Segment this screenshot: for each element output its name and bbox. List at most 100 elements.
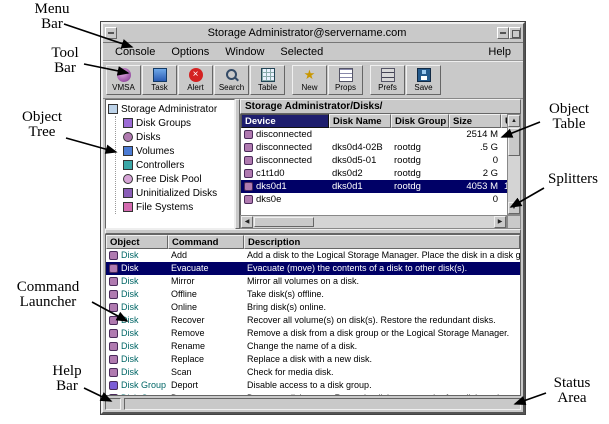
command-row-deport[interactable]: Disk Group Deport Disable access to a di…	[106, 379, 520, 392]
object-table-row[interactable]: disconnected dks0d5-01 rootdg 0	[241, 154, 507, 167]
object-table-row-selected[interactable]: dks0d1 dks0d1 rootdg 4053 M 1	[241, 180, 507, 193]
disk-groups-icon	[123, 118, 133, 128]
maximize-button[interactable]	[509, 27, 521, 39]
device-cell: dks0e	[241, 193, 329, 206]
object-cell: Disk	[106, 275, 168, 288]
command-row-evacuate-selected[interactable]: Disk Evacuate Evacuate (move) the conten…	[106, 262, 520, 275]
disk-icon	[109, 290, 118, 299]
object-table-row[interactable]: dks0e 0	[241, 193, 507, 206]
scroll-up-icon[interactable]: ▲	[508, 115, 520, 127]
command-row-add[interactable]: Disk Add Add a disk to the Logical Stora…	[106, 249, 520, 262]
object-table-path: Storage Administrator/Disks/	[240, 99, 521, 114]
search-button[interactable]: Search	[214, 65, 249, 95]
props-button[interactable]: Props	[328, 65, 363, 95]
command-row-mirror[interactable]: Disk Mirror Mirror all volumes on a disk…	[106, 275, 520, 288]
tree-item-root[interactable]: Storage Administrator	[108, 102, 232, 116]
vertical-scrollbar[interactable]: ▲ ▼	[507, 114, 521, 215]
minimize-button[interactable]	[497, 27, 509, 39]
save-button[interactable]: Save	[406, 65, 441, 95]
command-cell: Mirror	[168, 275, 244, 288]
description-cell: Replace a disk with a new disk.	[244, 353, 520, 366]
disk-group-icon	[109, 381, 118, 390]
command-row-scan[interactable]: Disk Scan Check for media disk.	[106, 366, 520, 379]
column-header-size[interactable]: Size	[449, 114, 501, 128]
tree-item-uninitialized-disks[interactable]: Uninitialized Disks	[123, 186, 232, 200]
vmsa-button[interactable]: VMSA	[106, 65, 141, 95]
command-row-online[interactable]: Disk Online Bring disk(s) online.	[106, 301, 520, 314]
tree-item-label: Uninitialized Disks	[136, 188, 217, 199]
menu-console[interactable]: Console	[107, 46, 163, 58]
documentation-figure: Menu Bar Tool Bar Object Tree Object Tab…	[0, 0, 609, 424]
column-header-object[interactable]: Object	[106, 235, 168, 249]
description-cell: Change the name of a disk.	[244, 340, 520, 353]
command-row-remove[interactable]: Disk Remove Remove a disk from a disk gr…	[106, 327, 520, 340]
column-header-description[interactable]: Description	[244, 235, 520, 249]
tree-item-free-disk-pool[interactable]: Free Disk Pool	[123, 172, 232, 186]
alert-button[interactable]: Alert	[178, 65, 213, 95]
description-cell: Recover all volume(s) on disk(s). Restor…	[244, 314, 520, 327]
menu-help[interactable]: Help	[480, 46, 519, 58]
command-launcher-rows: Disk Add Add a disk to the Logical Stora…	[106, 249, 520, 395]
command-row-rename[interactable]: Disk Rename Change the name of a disk.	[106, 340, 520, 353]
table-button-label: Table	[258, 83, 277, 92]
vertical-scroll-thumb[interactable]	[508, 128, 520, 156]
prefs-button[interactable]: Prefs	[370, 65, 405, 95]
column-header-disk-group[interactable]: Disk Group	[391, 114, 449, 128]
callout-object-table: Object Table	[536, 102, 602, 132]
table-icon	[261, 68, 275, 82]
vmsa-icon	[117, 68, 131, 82]
menu-options[interactable]: Options	[163, 46, 217, 58]
disk-name-cell: dks0d5-01	[329, 154, 391, 167]
disk-icon	[109, 264, 118, 273]
command-row-recover[interactable]: Disk Recover Recover all volume(s) on di…	[106, 314, 520, 327]
alert-icon	[189, 68, 203, 82]
props-icon	[339, 68, 353, 82]
object-cell: Disk	[106, 314, 168, 327]
search-button-label: Search	[219, 83, 244, 92]
column-header-command[interactable]: Command	[168, 235, 244, 249]
horizontal-scrollbar[interactable]: ◀ ▶	[240, 215, 507, 229]
tree-item-volumes[interactable]: Volumes	[123, 144, 232, 158]
column-header-device[interactable]: Device	[241, 114, 329, 128]
object-table-row[interactable]: c1t1d0 dks0d2 rootdg 2 G	[241, 167, 507, 180]
disk-icon	[109, 277, 118, 286]
object-table: Device Disk Name Disk Group Size Unused …	[240, 114, 521, 215]
toolbar-separator	[286, 66, 291, 94]
table-button[interactable]: Table	[250, 65, 285, 95]
command-row-replace[interactable]: Disk Replace Replace a disk with a new d…	[106, 353, 520, 366]
description-cell: Destroy a disk group. Return its disk sp…	[244, 392, 520, 395]
object-cell: Disk	[106, 249, 168, 262]
tree-item-disks[interactable]: Disks	[123, 130, 232, 144]
disk-icon	[109, 303, 118, 312]
scroll-down-icon[interactable]: ▼	[508, 202, 520, 214]
file-systems-icon	[123, 202, 133, 212]
tree-item-controllers[interactable]: Controllers	[123, 158, 232, 172]
description-cell: Disable access to a disk group.	[244, 379, 520, 392]
tree-item-file-systems[interactable]: File Systems	[123, 200, 232, 214]
new-button[interactable]: New	[292, 65, 327, 95]
command-cell: Rename	[168, 340, 244, 353]
horizontal-scroll-row: ◀ ▶	[240, 215, 521, 229]
menu-window[interactable]: Window	[217, 46, 272, 58]
window-menu-button[interactable]	[105, 27, 117, 39]
scroll-left-icon[interactable]: ◀	[241, 216, 253, 228]
task-button[interactable]: Task	[142, 65, 177, 95]
task-button-label: Task	[151, 83, 167, 92]
horizontal-scroll-thumb[interactable]	[254, 217, 314, 227]
tool-bar: VMSA Task Alert Search Table New	[103, 61, 523, 99]
command-row-destroy[interactable]: Disk Group Destroy Destroy a disk group.…	[106, 392, 520, 395]
save-icon	[417, 68, 431, 82]
disk-group-cell: rootdg	[391, 180, 449, 193]
command-row-offline[interactable]: Disk Offline Take disk(s) offline.	[106, 288, 520, 301]
object-table-row[interactable]: disconnected dks0d4-02B rootdg .5 G	[241, 141, 507, 154]
tree-children: Disk Groups Disks Volumes Controllers	[115, 116, 232, 214]
object-table-row[interactable]: disconnected 2514 M	[241, 128, 507, 141]
tree-item-disk-groups[interactable]: Disk Groups	[123, 116, 232, 130]
save-button-label: Save	[414, 83, 432, 92]
title-bar: Storage Administrator@servername.com	[103, 24, 523, 43]
scroll-right-icon[interactable]: ▶	[494, 216, 506, 228]
menu-selected[interactable]: Selected	[272, 46, 331, 58]
callout-help-bar: Help Bar	[42, 364, 92, 394]
column-header-disk-name[interactable]: Disk Name	[329, 114, 391, 128]
disk-icon	[109, 355, 118, 364]
